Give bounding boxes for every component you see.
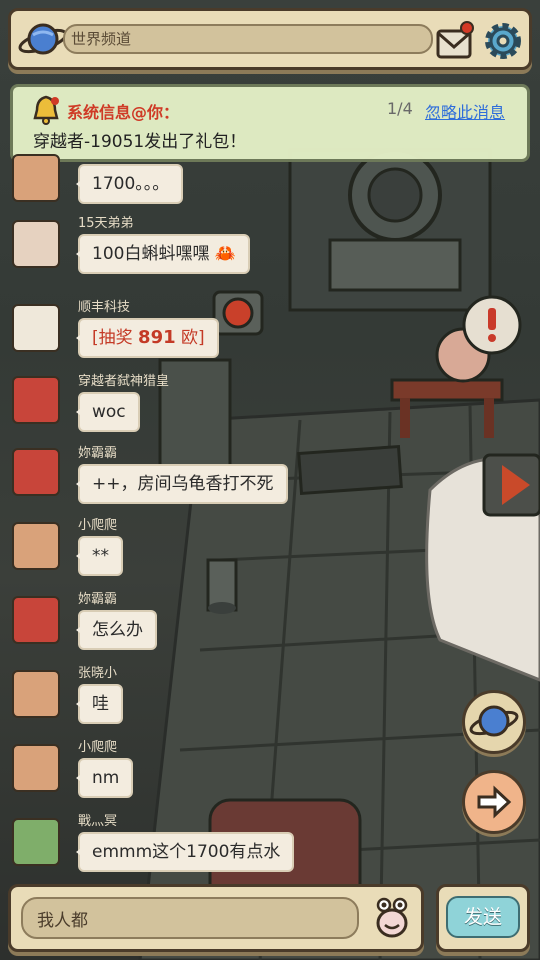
sender-name: 小爬爬 <box>78 740 118 755</box>
lottery-prefix: [抽奖 <box>92 328 139 348</box>
arrow-right-icon <box>477 785 512 819</box>
channel-selector[interactable]: 世界频道 <box>63 24 433 54</box>
chat-message: 穿越者弑神猎皇 woc <box>0 368 540 438</box>
mail-icon[interactable] <box>435 19 475 61</box>
message-text: woc <box>76 392 140 432</box>
sender-name: 张晓小 <box>78 666 118 681</box>
send-button[interactable]: 发送 <box>446 896 520 938</box>
ignore-message-link[interactable]: 忽略此消息 <box>425 99 505 123</box>
planet-icon <box>469 705 519 737</box>
chat-message: 张晓小 哇 <box>0 660 540 730</box>
cat-avatar[interactable] <box>12 522 60 570</box>
demon-avatar[interactable] <box>12 448 60 496</box>
lottery-suffix: 欧] <box>175 328 205 348</box>
sender-name: 小爬爬 <box>78 518 118 533</box>
crab-avatar[interactable] <box>12 304 60 352</box>
chat-message: 戰灬冥 emmm这个1700有点水 <box>0 808 540 878</box>
message-text: 1700。。。 <box>75 164 184 204</box>
chat-input-bar <box>8 884 424 952</box>
bell-icon <box>33 95 59 125</box>
plant-avatar[interactable] <box>12 818 60 866</box>
message-text: 100白蝌蚪嘿嘿 <box>92 244 210 264</box>
sender-name: 妳霸霸 <box>78 592 118 607</box>
top-bar: 世界频道 <box>8 8 532 70</box>
chat-input[interactable] <box>21 897 359 939</box>
snail-avatar[interactable] <box>12 220 60 268</box>
notice-counter: 1/4 <box>387 99 413 118</box>
sender-name: 顺丰科技 <box>78 300 131 315</box>
send-button-frame: 发送 <box>436 884 530 952</box>
sender-name: 穿越者弑神猎皇 <box>78 374 170 389</box>
next-arrow-button[interactable] <box>462 770 526 834</box>
lottery-message[interactable]: [抽奖 891 欧] <box>76 318 219 358</box>
message-text: emmm这个1700有点水 <box>75 832 295 872</box>
message-text: 怎么办 <box>76 610 157 650</box>
message-text: 哇 <box>76 684 123 724</box>
world-channel-button[interactable] <box>462 690 526 754</box>
message-text: nm <box>75 758 134 798</box>
chat-message: 妳霸霸 怎么办 <box>0 586 540 656</box>
chat-message: 小爬爬 nm <box>0 734 540 804</box>
message-text: ** <box>76 536 123 576</box>
cat-avatar[interactable] <box>12 670 60 718</box>
demon-avatar[interactable] <box>12 596 60 644</box>
chat-message: 小爬爬 ** <box>0 512 540 582</box>
cat-avatar[interactable] <box>12 744 60 792</box>
notice-title: 系统信息@你： <box>67 103 180 122</box>
lottery-number: 891 <box>138 327 176 348</box>
cat-avatar[interactable] <box>12 154 60 202</box>
chat-message: 妳霸霸 ++，房间乌龟香打不死 <box>0 440 540 510</box>
planet-icon[interactable] <box>17 17 69 61</box>
sender-name: 妳霸霸 <box>78 446 118 461</box>
emoji-icon[interactable] <box>369 895 415 941</box>
demon-avatar[interactable] <box>12 376 60 424</box>
sender-name: 15天弟弟 <box>78 216 134 231</box>
message-bubble: 100白蝌蚪嘿嘿 🦀 <box>75 234 251 274</box>
chat-message: 1700。。。 <box>0 146 540 216</box>
chat-message: 顺丰科技 [抽奖 891 欧] <box>0 294 540 364</box>
sender-name: 戰灬冥 <box>78 814 118 829</box>
chat-message: 15天弟弟 100白蝌蚪嘿嘿 🦀 <box>0 210 540 280</box>
crab-emoji-icon: 🦀 <box>214 244 237 264</box>
message-text: ++，房间乌龟香打不死 <box>76 464 288 504</box>
gear-icon[interactable] <box>481 19 525 63</box>
